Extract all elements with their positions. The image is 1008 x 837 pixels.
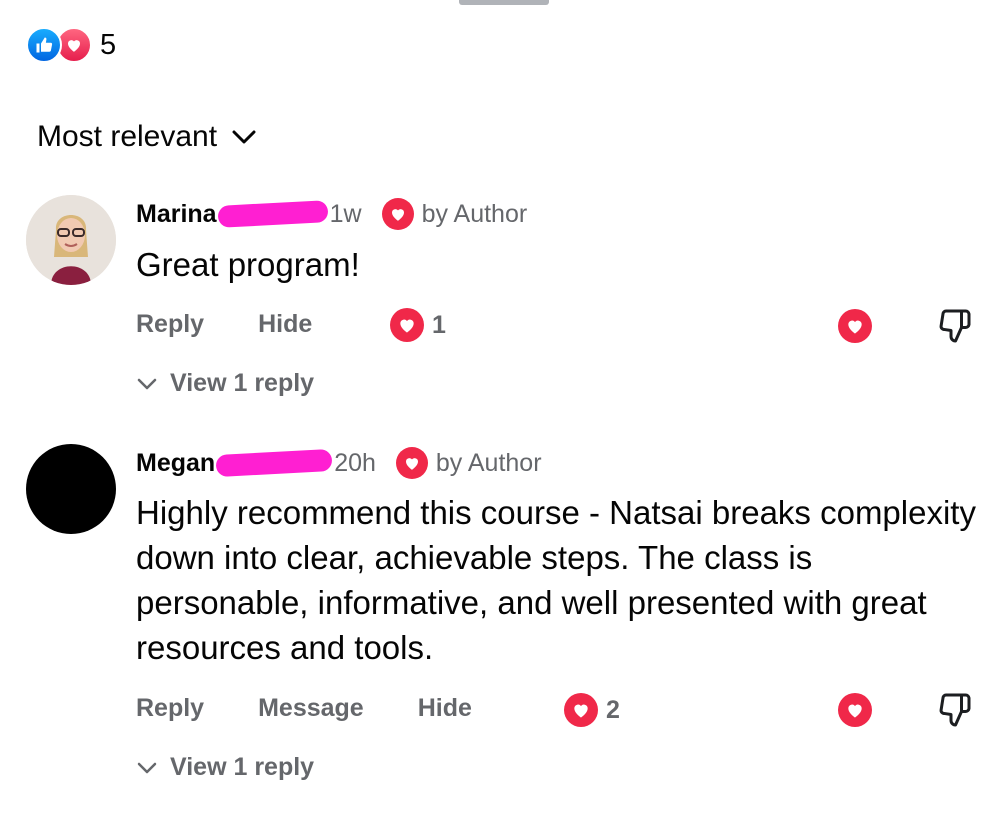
avatar[interactable] bbox=[26, 444, 116, 534]
love-react-button[interactable] bbox=[838, 309, 872, 343]
love-icon bbox=[395, 447, 428, 479]
message-button[interactable]: Message bbox=[258, 694, 364, 723]
sort-label: Most relevant bbox=[37, 120, 218, 153]
reply-button[interactable]: Reply bbox=[136, 694, 204, 723]
like-icon bbox=[26, 27, 62, 63]
redaction-mark bbox=[217, 200, 329, 228]
comment-meta: Megan 20h by Author bbox=[136, 447, 542, 479]
view-replies-label: View 1 reply bbox=[170, 753, 315, 781]
reply-button[interactable]: Reply bbox=[136, 310, 204, 339]
comment-reaction-count[interactable]: 1 bbox=[390, 308, 446, 342]
view-replies-link[interactable]: View 1 reply bbox=[136, 369, 314, 398]
chevron-down-icon bbox=[137, 762, 157, 773]
author-badge-label: by Author bbox=[421, 199, 528, 228]
view-replies-link[interactable]: View 1 reply bbox=[136, 753, 314, 782]
thumbs-down-icon[interactable] bbox=[936, 692, 972, 733]
sheet-drag-handle[interactable] bbox=[459, 0, 549, 5]
comment-time[interactable]: 1w bbox=[330, 200, 362, 229]
author-name[interactable]: Megan bbox=[136, 449, 215, 478]
chevron-down-icon bbox=[232, 130, 256, 144]
author-name[interactable]: Marina bbox=[136, 200, 217, 229]
hide-button[interactable]: Hide bbox=[258, 310, 312, 339]
love-icon bbox=[390, 308, 424, 342]
chevron-down-icon bbox=[137, 378, 157, 389]
redaction-mark bbox=[215, 448, 333, 478]
comment-reaction-count[interactable]: 2 bbox=[556, 693, 620, 727]
hide-button[interactable]: Hide bbox=[418, 694, 472, 723]
author-badge: by Author bbox=[395, 447, 542, 479]
author-badge-label: by Author bbox=[435, 448, 542, 477]
comment-actions: Reply Message Hide bbox=[136, 694, 472, 723]
comment-meta: Marina 1w by Author bbox=[136, 198, 527, 230]
comment-text: Highly recommend this course - Natsai br… bbox=[136, 494, 976, 666]
sort-dropdown[interactable]: Most relevant bbox=[37, 120, 257, 154]
reaction-count-label: 1 bbox=[432, 310, 446, 339]
comment-actions: Reply Hide bbox=[136, 310, 312, 339]
comment-time[interactable]: 20h bbox=[334, 449, 376, 478]
reaction-summary[interactable]: 5 bbox=[26, 27, 116, 63]
reaction-count: 5 bbox=[100, 28, 117, 61]
comment-text: Great program! bbox=[136, 246, 360, 283]
love-react-button[interactable] bbox=[838, 693, 872, 727]
love-icon bbox=[564, 693, 598, 727]
author-badge: by Author bbox=[381, 198, 528, 230]
avatar[interactable] bbox=[26, 195, 116, 285]
reaction-count-label: 2 bbox=[606, 695, 620, 724]
love-icon bbox=[381, 198, 414, 230]
view-replies-label: View 1 reply bbox=[170, 369, 315, 397]
thumbs-down-icon[interactable] bbox=[936, 308, 972, 349]
